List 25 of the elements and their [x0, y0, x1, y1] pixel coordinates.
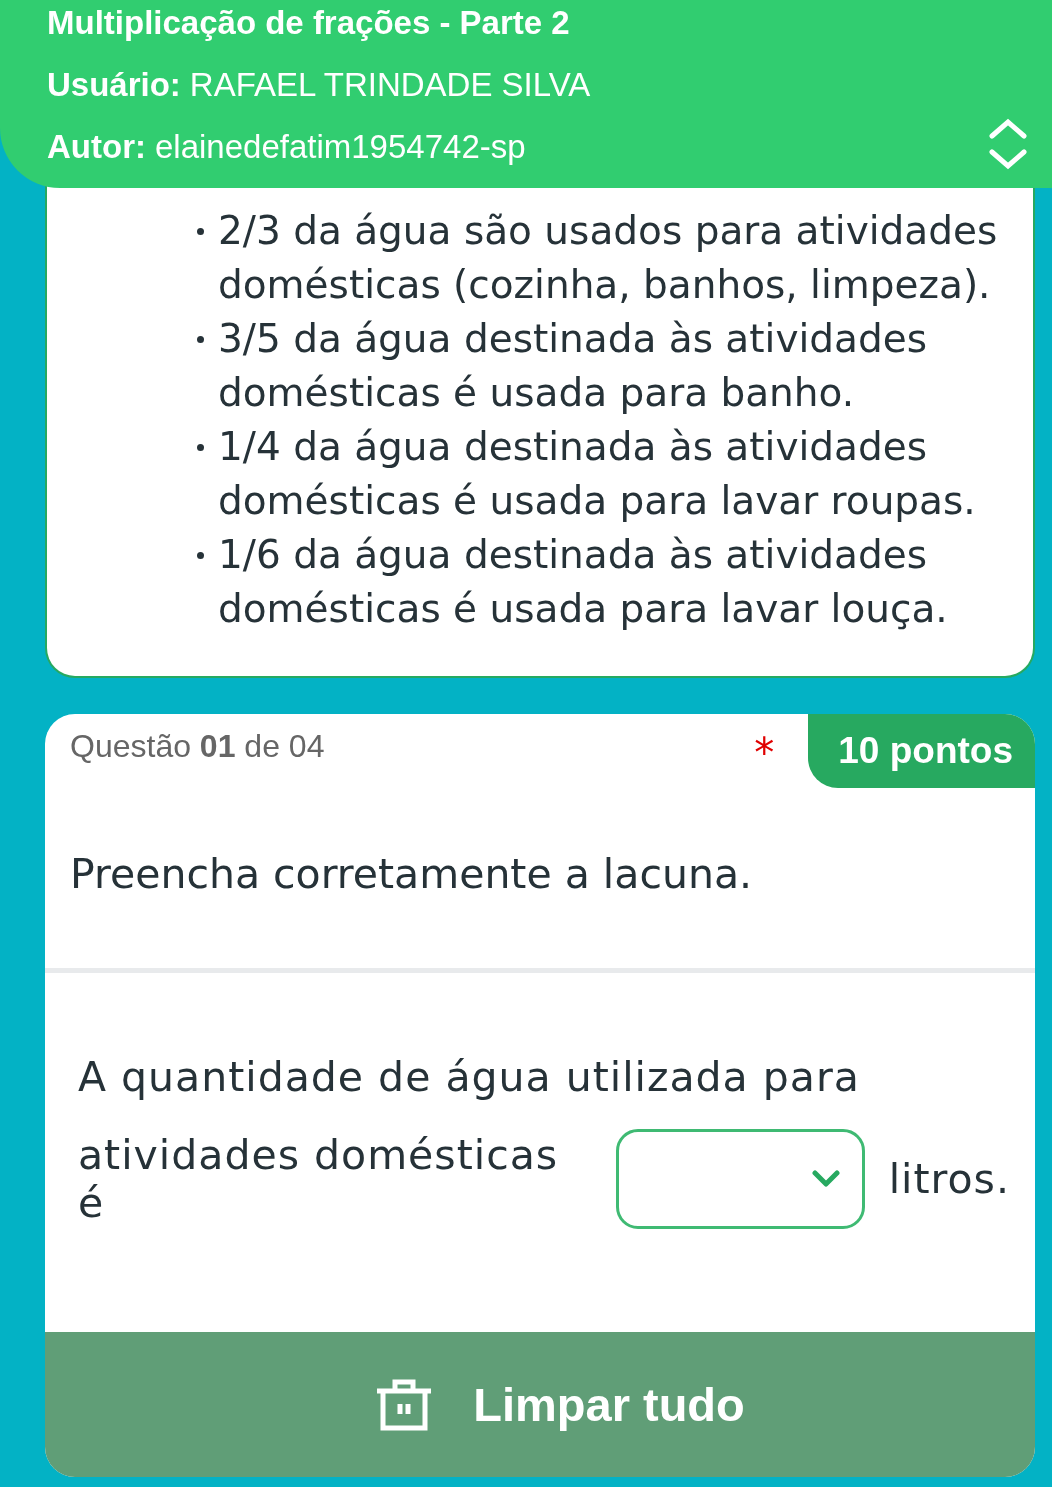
chevron-down-icon: [811, 1170, 840, 1188]
sentence-text: A quantidade de água utilizada para: [77, 1052, 861, 1101]
bullet-text: 3/5 da água destinada às atividades domésticas é usada para banho.: [218, 315, 929, 417]
bullet-icon: [197, 336, 204, 343]
bullet-text: 2/3 da água são usados para atividades domésticas (cozinha, banhos, limpeza).: [218, 207, 999, 309]
answer-dropdown[interactable]: [615, 1129, 865, 1229]
clear-all-button[interactable]: Limpar tudo: [45, 1332, 1035, 1477]
quiz-title: Multiplicação de frações - Parte 2: [47, 4, 571, 42]
points-badge: 10 pontos: [808, 714, 1035, 788]
expand-toggle-icon[interactable]: [986, 116, 1030, 172]
bullet-text: 1/6 da água destinada às atividades domésticas é usada para lavar louça.: [218, 531, 949, 633]
user-name: RAFAEL TRINDADE SILVA: [189, 66, 591, 104]
question-counter: Questão 01 de 04: [69, 727, 326, 765]
bullet-icon: [197, 444, 204, 451]
bullet-icon: [197, 228, 204, 235]
author-label: Autor:: [47, 128, 146, 166]
question-prompt: Preencha corretamente a lacuna.: [69, 849, 754, 898]
sentence-text: atividades domésticas é: [78, 1131, 560, 1227]
bullet-text: 1/4 da água destinada às atividades domésticas é usada para lavar roupas.: [218, 423, 977, 525]
user-label: Usuário:: [47, 66, 181, 104]
required-mark: *: [754, 729, 776, 776]
trash-icon: [375, 1378, 434, 1431]
bullet-icon: [197, 552, 204, 559]
author-name: elainedefatim1954742-sp: [154, 128, 526, 166]
sentence-text: litros.: [888, 1155, 1010, 1203]
